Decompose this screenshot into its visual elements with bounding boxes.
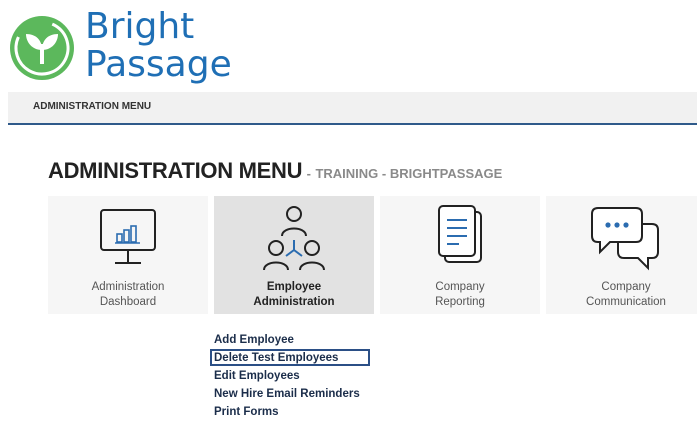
- breadcrumb: ADMINISTRATION MENU: [8, 92, 697, 125]
- submenu-edit-employees[interactable]: Edit Employees: [214, 367, 360, 385]
- tile-label-line-1: Employee: [266, 281, 322, 293]
- tile-label-line-1: Administration: [91, 281, 165, 293]
- tile-administration-dashboard[interactable]: Administration Dashboard: [48, 196, 208, 314]
- admin-menu-tiles: Administration Dashboard Employee Admini…: [48, 196, 697, 314]
- brand-line-1: Bright: [85, 6, 195, 47]
- submenu-add-employee[interactable]: Add Employee: [214, 331, 360, 349]
- monitor-chart-icon: [100, 209, 156, 264]
- people-network-icon: [263, 206, 325, 271]
- tile-label-line-2: Dashboard: [99, 296, 157, 308]
- tile-employee-administration[interactable]: Employee Administration: [214, 196, 374, 314]
- page-title-separator: -: [306, 166, 312, 181]
- leaf-logo-icon: [10, 16, 74, 80]
- tile-label-line-1: Company: [435, 281, 485, 293]
- documents-icon: [438, 205, 482, 263]
- tile-company-communication[interactable]: Company Communication: [546, 196, 697, 314]
- tile-label-line-1: Company: [601, 281, 651, 293]
- brand-line-2: Passage: [85, 44, 232, 85]
- tile-label-line-2: Reporting: [435, 296, 485, 308]
- submenu-new-hire-email-reminders[interactable]: New Hire Email Reminders: [214, 385, 360, 403]
- breadcrumb-item[interactable]: ADMINISTRATION MENU: [33, 101, 151, 112]
- page-title: ADMINISTRATION MENU - TRAINING - BRIGHTP…: [48, 158, 502, 184]
- submenu-delete-test-employees[interactable]: Delete Test Employees: [210, 349, 370, 367]
- tile-company-reporting[interactable]: Company Reporting: [380, 196, 540, 314]
- bright-passage-logo[interactable]: Bright Passage: [8, 8, 248, 88]
- page-title-main: ADMINISTRATION MENU: [48, 158, 303, 183]
- page-title-sub: TRAINING - BRIGHTPASSAGE: [315, 166, 503, 181]
- employee-admin-submenu: Add Employee Delete Test Employees Edit …: [210, 331, 370, 421]
- chat-bubbles-icon: [591, 207, 659, 271]
- tile-label-line-2: Communication: [586, 296, 666, 308]
- submenu-print-forms[interactable]: Print Forms: [214, 403, 360, 421]
- tile-label-line-2: Administration: [253, 296, 335, 308]
